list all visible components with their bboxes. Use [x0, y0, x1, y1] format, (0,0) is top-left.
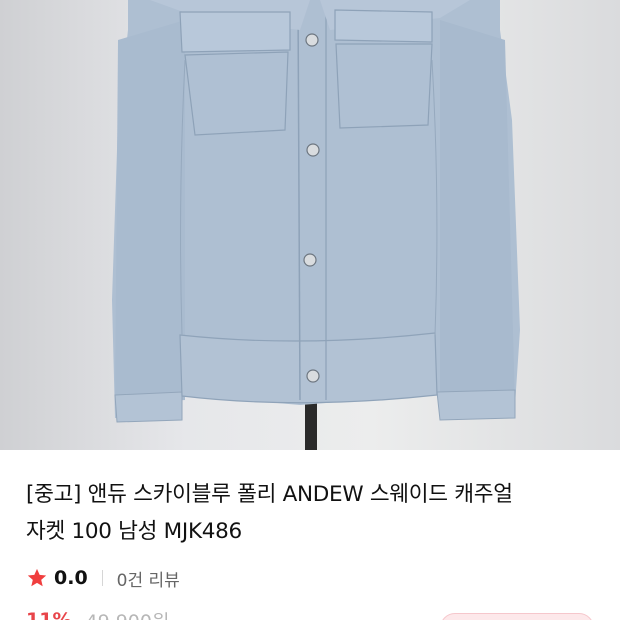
divider — [101, 570, 103, 586]
review-count[interactable]: 0건 리뷰 — [117, 566, 180, 591]
original-price: 49,900원 — [85, 607, 169, 620]
coupon-badge[interactable] — [440, 613, 594, 620]
jacket-photo — [112, 0, 520, 450]
rating-value: 0.0 — [54, 567, 88, 589]
product-title-line2: 자켓 100 남성 MJK486 — [26, 519, 242, 544]
discount-rate: 11% — [26, 609, 72, 620]
product-page: [중고] 앤듀 스카이블루 폴리 ANDEW 스웨이드 캐주얼 자켓 100 남… — [0, 0, 620, 620]
price-row: 11% 49,900원 — [26, 608, 169, 620]
rating-row[interactable]: 0.0 0건 리뷰 — [26, 566, 180, 591]
product-title[interactable]: [중고] 앤듀 스카이블루 폴리 ANDEW 스웨이드 캐주얼 자켓 100 남… — [26, 476, 596, 550]
product-info: [중고] 앤듀 스카이블루 폴리 ANDEW 스웨이드 캐주얼 자켓 100 남… — [0, 450, 620, 620]
product-title-line1: [중고] 앤듀 스카이블루 폴리 ANDEW 스웨이드 캐주얼 — [26, 482, 513, 507]
product-image[interactable] — [0, 0, 620, 450]
star-icon — [27, 568, 47, 587]
